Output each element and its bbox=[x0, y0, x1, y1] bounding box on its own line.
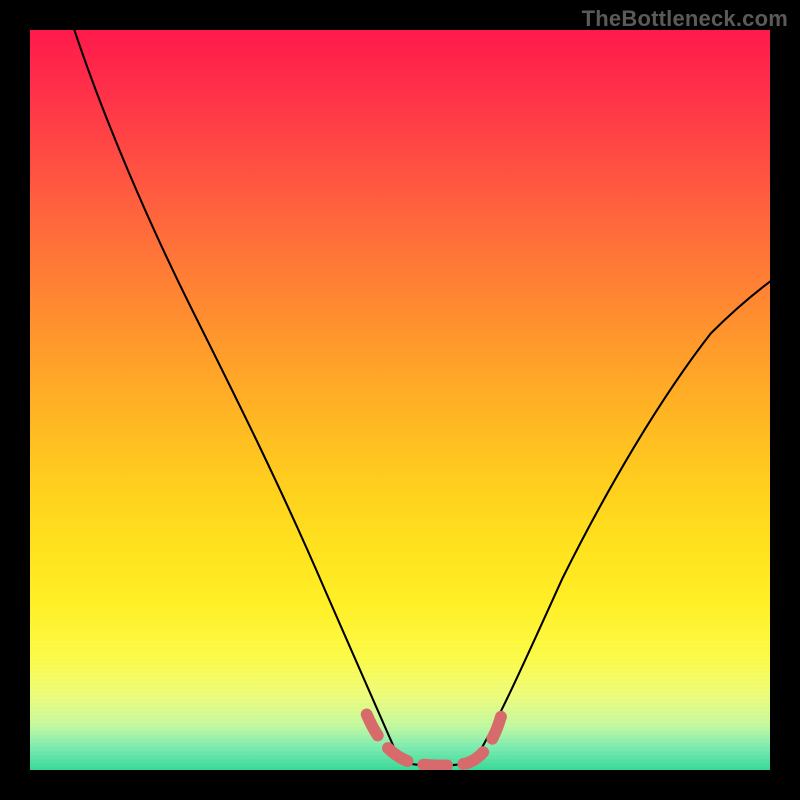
optimal-zone-marker bbox=[367, 707, 504, 765]
chart-frame: TheBottleneck.com bbox=[0, 0, 800, 800]
plot-area bbox=[30, 30, 770, 770]
bottleneck-curve bbox=[74, 30, 770, 766]
curve-layer bbox=[30, 30, 770, 770]
watermark-text: TheBottleneck.com bbox=[582, 6, 788, 32]
